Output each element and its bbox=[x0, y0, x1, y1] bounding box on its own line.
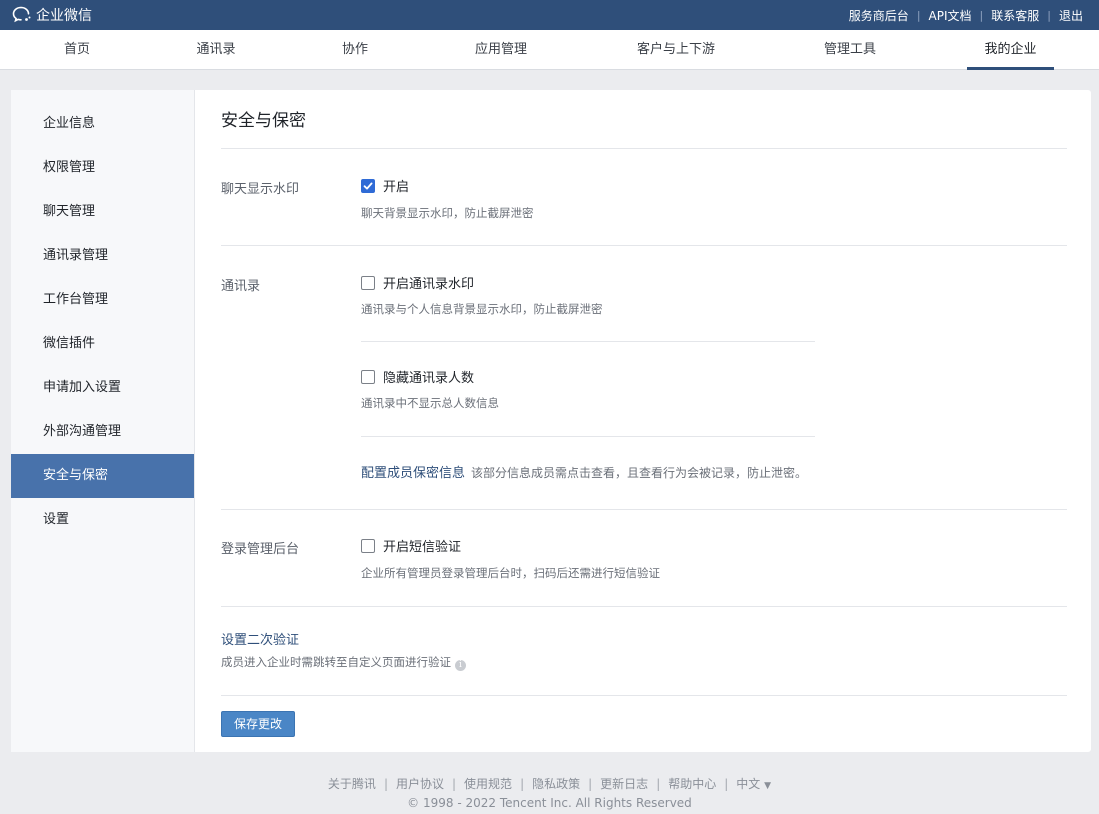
nav-tab-app-management[interactable]: 应用管理 bbox=[466, 30, 536, 70]
top-bar: 企业微信 服务商后台 | API文档 | 联系客服 | 退出 bbox=[0, 0, 1099, 30]
section-label-login: 登录管理后台 bbox=[221, 542, 300, 557]
settings-card: 企业信息 权限管理 聊天管理 通讯录管理 工作台管理 微信插件 申请加入设置 外… bbox=[11, 90, 1091, 752]
sidebar-item-contacts-management[interactable]: 通讯录管理 bbox=[11, 234, 194, 278]
top-link-api-docs[interactable]: API文档 bbox=[921, 7, 980, 24]
second-verify-link[interactable]: 设置二次验证 bbox=[221, 629, 299, 648]
footer-links: 关于腾讯 | 用户协议 | 使用规范 | 隐私政策 | 更新日志 | 帮助中心 | 中文 ▼ bbox=[0, 775, 1099, 792]
sidebar-item-permissions[interactable]: 权限管理 bbox=[11, 146, 194, 190]
main-content: 安全与保密 聊天显示水印 开启 聊天背景显示水印，防止截屏泄密 通讯录 开启通讯… bbox=[221, 90, 1067, 752]
chat-watermark-desc: 聊天背景显示水印，防止截屏泄密 bbox=[361, 206, 534, 220]
sms-verify-desc: 企业所有管理员登录管理后台时，扫码后还需进行短信验证 bbox=[361, 566, 660, 580]
second-verify-desc: 成员进入企业时需跳转至自定义页面进行验证 bbox=[221, 655, 451, 669]
brand-name: 企业微信 bbox=[36, 8, 92, 24]
sidebar-item-settings[interactable]: 设置 bbox=[11, 498, 194, 542]
language-selector[interactable]: 中文 ▼ bbox=[736, 777, 771, 791]
divider: | bbox=[656, 777, 661, 791]
nav-tab-admin-tools[interactable]: 管理工具 bbox=[806, 30, 894, 70]
footer-link-user-agreement[interactable]: 用户协议 bbox=[396, 777, 444, 791]
sidebar: 企业信息 权限管理 聊天管理 通讯录管理 工作台管理 微信插件 申请加入设置 外… bbox=[11, 90, 195, 752]
nav-tab-my-enterprise[interactable]: 我的企业 bbox=[967, 30, 1054, 70]
sidebar-item-enterprise-info[interactable]: 企业信息 bbox=[11, 102, 194, 146]
sidebar-item-security[interactable]: 安全与保密 bbox=[11, 454, 194, 498]
footer-link-help-center[interactable]: 帮助中心 bbox=[668, 777, 716, 791]
footer-link-changelog[interactable]: 更新日志 bbox=[600, 777, 648, 791]
nav-tab-contacts[interactable]: 通讯录 bbox=[181, 30, 251, 70]
sidebar-item-workbench-management[interactable]: 工作台管理 bbox=[11, 278, 194, 322]
checkbox-checked-icon[interactable] bbox=[361, 178, 375, 193]
brand[interactable]: 企业微信 bbox=[0, 5, 92, 25]
main-nav: 首页 通讯录 协作 应用管理 客户与上下游 管理工具 我的企业 bbox=[0, 30, 1099, 70]
nav-tab-home[interactable]: 首页 bbox=[42, 30, 112, 70]
checkbox-unchecked-icon[interactable] bbox=[361, 369, 375, 384]
confidential-info-desc: 该部分信息成员需点击查看，且查看行为会被记录，防止泄密。 bbox=[471, 466, 808, 480]
chat-watermark-option-label: 开启 bbox=[383, 180, 410, 195]
page-title: 安全与保密 bbox=[221, 111, 306, 131]
hide-contacts-count-option-label: 隐藏通讯录人数 bbox=[383, 371, 475, 386]
contacts-watermark-checkbox[interactable]: 开启通讯录水印 bbox=[361, 273, 474, 292]
checkbox-unchecked-icon[interactable] bbox=[361, 538, 375, 553]
contacts-watermark-desc: 通讯录与个人信息背景显示水印，防止截屏泄密 bbox=[361, 302, 603, 316]
language-label: 中文 bbox=[736, 777, 761, 791]
sidebar-item-join-settings[interactable]: 申请加入设置 bbox=[11, 366, 194, 410]
divider bbox=[221, 509, 1067, 510]
second-verify-desc-row: 成员进入企业时需跳转至自定义页面进行验证 i bbox=[221, 654, 466, 671]
divider: | bbox=[520, 777, 525, 791]
sidebar-item-wechat-plugin[interactable]: 微信插件 bbox=[11, 322, 194, 366]
divider bbox=[221, 148, 1067, 149]
copyright: © 1998 - 2022 Tencent Inc. All Rights Re… bbox=[407, 796, 692, 810]
divider bbox=[361, 436, 815, 437]
divider: | bbox=[724, 777, 729, 791]
divider: | bbox=[588, 777, 593, 791]
contacts-watermark-option-label: 开启通讯录水印 bbox=[383, 277, 475, 292]
footer-link-about[interactable]: 关于腾讯 bbox=[328, 777, 376, 791]
section-label-chat-watermark: 聊天显示水印 bbox=[221, 182, 300, 197]
footer-link-privacy[interactable]: 隐私政策 bbox=[532, 777, 580, 791]
divider bbox=[361, 341, 815, 342]
top-link-contact-support[interactable]: 联系客服 bbox=[983, 7, 1047, 24]
divider: | bbox=[452, 777, 457, 791]
caret-down-icon: ▼ bbox=[764, 781, 772, 791]
sms-verify-option-label: 开启短信验证 bbox=[383, 540, 462, 555]
sms-verify-checkbox[interactable]: 开启短信验证 bbox=[361, 536, 461, 555]
chat-watermark-checkbox[interactable]: 开启 bbox=[361, 176, 409, 195]
nav-tab-collaboration[interactable]: 协作 bbox=[320, 30, 390, 70]
wecom-logo-icon bbox=[12, 6, 31, 23]
divider bbox=[221, 606, 1067, 607]
top-links: 服务商后台 | API文档 | 联系客服 | 退出 bbox=[841, 7, 1099, 24]
sidebar-item-external-communication[interactable]: 外部沟通管理 bbox=[11, 410, 194, 454]
checkbox-unchecked-icon[interactable] bbox=[361, 275, 375, 290]
top-link-logout[interactable]: 退出 bbox=[1051, 7, 1091, 24]
top-link-service-backend[interactable]: 服务商后台 bbox=[841, 7, 917, 24]
configure-confidential-info-link[interactable]: 配置成员保密信息 bbox=[361, 466, 465, 481]
confidential-info-row: 配置成员保密信息 该部分信息成员需点击查看，且查看行为会被记录，防止泄密。 bbox=[361, 462, 807, 481]
save-button[interactable]: 保存更改 bbox=[221, 711, 295, 737]
nav-tab-customers[interactable]: 客户与上下游 bbox=[620, 30, 732, 70]
hide-contacts-count-checkbox[interactable]: 隐藏通讯录人数 bbox=[361, 367, 474, 386]
divider bbox=[221, 695, 1067, 696]
sidebar-item-chat-management[interactable]: 聊天管理 bbox=[11, 190, 194, 234]
info-icon[interactable]: i bbox=[455, 660, 466, 671]
divider bbox=[221, 245, 1067, 246]
hide-contacts-count-desc: 通讯录中不显示总人数信息 bbox=[361, 396, 499, 410]
divider: | bbox=[383, 777, 388, 791]
section-label-contacts: 通讯录 bbox=[221, 279, 261, 294]
footer-link-usage-rules[interactable]: 使用规范 bbox=[464, 777, 512, 791]
